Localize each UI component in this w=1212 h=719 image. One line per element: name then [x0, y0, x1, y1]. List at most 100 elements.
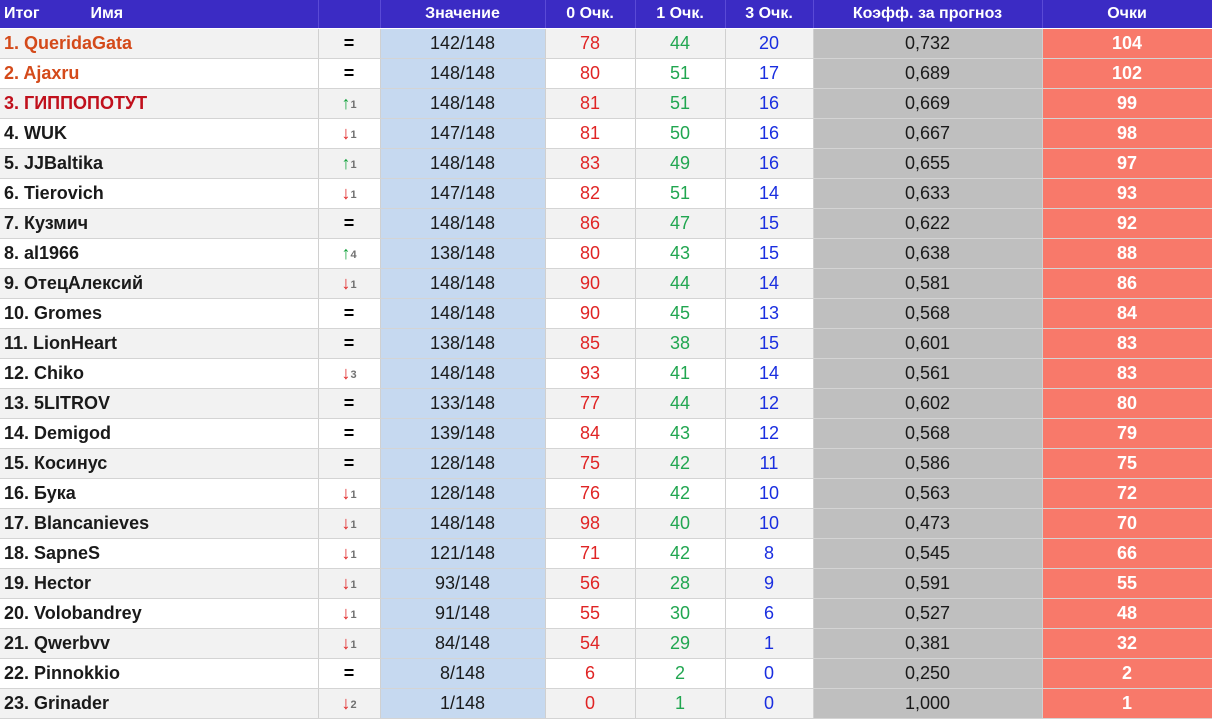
rank-change: ↑4 [318, 238, 381, 269]
one-point-count: 47 [635, 208, 726, 239]
table-row[interactable]: 17. Blancanieves ↓1 148/148 98 40 10 0,473 70 [0, 508, 1212, 539]
zero-points-count: 76 [545, 478, 636, 509]
change-amount: 3 [350, 369, 357, 381]
player-name: 10. Gromes [0, 298, 319, 329]
three-points-count: 15 [725, 208, 814, 239]
zero-points-count: 75 [545, 448, 636, 479]
table-row[interactable]: 5. JJBaltika ↑1 148/148 83 49 16 0,655 97 [0, 148, 1212, 179]
table-row[interactable]: 13. 5LITROV = 133/148 77 44 12 0,602 80 [0, 388, 1212, 419]
predictions-value: 148/148 [380, 148, 546, 179]
table-row[interactable]: 1. QueridaGata = 142/148 78 44 20 0,732 104 [0, 28, 1212, 59]
one-point-count: 28 [635, 568, 726, 599]
header-row: Итог Имя Значение 0 Очк. 1 Очк. 3 Очк. К… [0, 0, 1212, 29]
table-row[interactable]: 2. Ajaxru = 148/148 80 51 17 0,689 102 [0, 58, 1212, 89]
three-points-count: 14 [725, 358, 814, 389]
predictions-value: 148/148 [380, 508, 546, 539]
header-one-point[interactable]: 1 Очк. [635, 0, 726, 29]
prediction-coefficient: 0,381 [813, 628, 1043, 659]
change-amount: 1 [350, 579, 357, 591]
predictions-value: 128/148 [380, 478, 546, 509]
one-point-count: 43 [635, 418, 726, 449]
predictions-value: 138/148 [380, 328, 546, 359]
table-row[interactable]: 22. Pinnokkio = 8/148 6 2 0 0,250 2 [0, 658, 1212, 689]
player-name: 4. WUK [0, 118, 319, 149]
rank-change: = [318, 58, 381, 89]
header-change[interactable] [318, 0, 381, 29]
one-point-count: 2 [635, 658, 726, 689]
table-row[interactable]: 7. Кузмич = 148/148 86 47 15 0,622 92 [0, 208, 1212, 239]
table-row[interactable]: 11. LionHeart = 138/148 85 38 15 0,601 83 [0, 328, 1212, 359]
header-points[interactable]: Очки [1042, 0, 1212, 29]
total-points: 79 [1042, 418, 1212, 449]
three-points-count: 9 [725, 568, 814, 599]
rank-change: ↓3 [318, 358, 381, 389]
rank-change: = [318, 658, 381, 689]
total-points: 84 [1042, 298, 1212, 329]
total-points: 75 [1042, 448, 1212, 479]
prediction-coefficient: 1,000 [813, 688, 1043, 719]
rank-change: = [318, 328, 381, 359]
predictions-value: 8/148 [380, 658, 546, 689]
rank-change: ↓1 [318, 598, 381, 629]
table-row[interactable]: 18. SapneS ↓1 121/148 71 42 8 0,545 66 [0, 538, 1212, 569]
table-row[interactable]: 8. al1966 ↑4 138/148 80 43 15 0,638 88 [0, 238, 1212, 269]
total-points: 48 [1042, 598, 1212, 629]
header-rank-name[interactable]: Итог Имя [0, 0, 319, 29]
predictions-value: 133/148 [380, 388, 546, 419]
prediction-coefficient: 0,622 [813, 208, 1043, 239]
total-points: 88 [1042, 238, 1212, 269]
predictions-value: 93/148 [380, 568, 546, 599]
table-row[interactable]: 20. Volobandrey ↓1 91/148 55 30 6 0,527 48 [0, 598, 1212, 629]
header-three-points[interactable]: 3 Очк. [725, 0, 814, 29]
total-points: 83 [1042, 358, 1212, 389]
table-row[interactable]: 6. Tierovich ↓1 147/148 82 51 14 0,633 93 [0, 178, 1212, 209]
player-name: 8. al1966 [0, 238, 319, 269]
prediction-coefficient: 0,591 [813, 568, 1043, 599]
three-points-count: 0 [725, 658, 814, 689]
arrow-down-icon: ↓ [341, 693, 351, 713]
zero-points-count: 90 [545, 298, 636, 329]
rank-change: ↓1 [318, 628, 381, 659]
prediction-coefficient: 0,689 [813, 58, 1043, 89]
rank-change: = [318, 28, 381, 59]
header-itog: Итог [4, 5, 40, 22]
table-row[interactable]: 19. Hector ↓1 93/148 56 28 9 0,591 55 [0, 568, 1212, 599]
table-row[interactable]: 10. Gromes = 148/148 90 45 13 0,568 84 [0, 298, 1212, 329]
predictions-value: 128/148 [380, 448, 546, 479]
rank-change: ↑1 [318, 88, 381, 119]
table-row[interactable]: 12. Chiko ↓3 148/148 93 41 14 0,561 83 [0, 358, 1212, 389]
zero-points-count: 90 [545, 268, 636, 299]
no-change-icon: = [343, 393, 355, 413]
zero-points-count: 80 [545, 238, 636, 269]
table-row[interactable]: 15. Косинус = 128/148 75 42 11 0,586 75 [0, 448, 1212, 479]
zero-points-count: 56 [545, 568, 636, 599]
table-row[interactable]: 4. WUK ↓1 147/148 81 50 16 0,667 98 [0, 118, 1212, 149]
predictions-value: 139/148 [380, 418, 546, 449]
zero-points-count: 55 [545, 598, 636, 629]
header-value[interactable]: Значение [380, 0, 546, 29]
zero-points-count: 71 [545, 538, 636, 569]
one-point-count: 1 [635, 688, 726, 719]
rank-change: ↑1 [318, 148, 381, 179]
header-name: Имя [90, 5, 124, 22]
table-row[interactable]: 14. Demigod = 139/148 84 43 12 0,568 79 [0, 418, 1212, 449]
table-row[interactable]: 16. Бука ↓1 128/148 76 42 10 0,563 72 [0, 478, 1212, 509]
zero-points-count: 81 [545, 88, 636, 119]
prediction-coefficient: 0,581 [813, 268, 1043, 299]
one-point-count: 42 [635, 448, 726, 479]
header-coefficient[interactable]: Коэфф. за прогноз [813, 0, 1043, 29]
predictions-value: 138/148 [380, 238, 546, 269]
prediction-coefficient: 0,633 [813, 178, 1043, 209]
table-row[interactable]: 21. Qwerbvv ↓1 84/148 54 29 1 0,381 32 [0, 628, 1212, 659]
one-point-count: 44 [635, 268, 726, 299]
table-row[interactable]: 9. ОтецАлексий ↓1 148/148 90 44 14 0,581 86 [0, 268, 1212, 299]
predictions-value: 147/148 [380, 118, 546, 149]
zero-points-count: 83 [545, 148, 636, 179]
table-row[interactable]: 23. Grinader ↓2 1/148 0 1 0 1,000 1 [0, 688, 1212, 719]
zero-points-count: 81 [545, 118, 636, 149]
header-zero-points[interactable]: 0 Очк. [545, 0, 636, 29]
total-points: 55 [1042, 568, 1212, 599]
table-row[interactable]: 3. ГИППОПОТУТ ↑1 148/148 81 51 16 0,669 99 [0, 88, 1212, 119]
player-name: 5. JJBaltika [0, 148, 319, 179]
predictions-value: 148/148 [380, 268, 546, 299]
